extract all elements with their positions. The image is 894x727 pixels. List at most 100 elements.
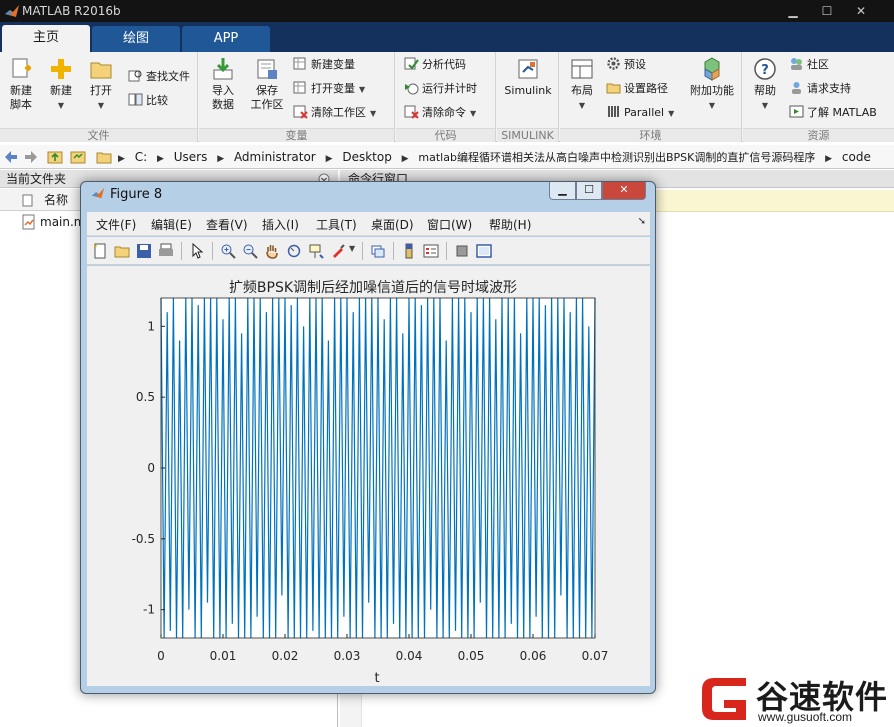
breadcrumb-item[interactable]: Administrator <box>234 150 316 164</box>
breadcrumb-item[interactable]: C: <box>135 150 147 164</box>
colorbar-icon[interactable] <box>401 243 417 259</box>
rotate-3d-icon[interactable] <box>286 243 302 259</box>
menu-help[interactable]: 帮助(H) <box>489 216 531 233</box>
print-icon[interactable] <box>158 243 174 259</box>
pan-hand-icon[interactable] <box>264 243 280 259</box>
hide-plot-tools-icon[interactable] <box>454 243 470 259</box>
community-button[interactable]: 社区 <box>789 56 829 76</box>
legend-icon[interactable] <box>423 243 439 259</box>
chevron-right-icon: ▶ <box>325 154 333 164</box>
menu-desktop[interactable]: 桌面(D) <box>371 216 414 233</box>
zoom-in-icon[interactable] <box>220 243 236 259</box>
open-file-icon[interactable] <box>114 243 130 259</box>
breadcrumb-item[interactable]: code <box>842 150 871 164</box>
breadcrumb-item[interactable]: Users <box>174 150 208 164</box>
browse-folder-icon[interactable] <box>70 149 86 165</box>
figure-titlebar: Figure 8 <box>91 186 162 202</box>
find-files-icon <box>128 70 142 82</box>
watermark-url: www.gusuoft.com <box>758 710 853 724</box>
help-button[interactable]: ? 帮助 ▼ <box>747 56 783 113</box>
breadcrumb-item[interactable]: Desktop <box>342 150 392 164</box>
menu-tools[interactable]: 工具(T) <box>316 216 357 233</box>
chevron-down-icon[interactable]: ▼ <box>349 244 355 253</box>
maximize-app-button[interactable]: ☐ <box>814 2 840 20</box>
add-ons-button[interactable]: 附加功能 ▼ <box>688 56 736 113</box>
maximize-figure-button[interactable]: ☐ <box>576 182 602 200</box>
save-workspace-button[interactable]: 保存 工作区 <box>247 56 287 112</box>
zoom-out-icon[interactable] <box>242 243 258 259</box>
brush-icon[interactable] <box>330 243 346 259</box>
learn-matlab-button[interactable]: 了解 MATLAB <box>789 104 877 124</box>
minimize-app-button[interactable]: ▁ <box>780 2 806 20</box>
figure-canvas[interactable]: 扩频BPSK调制后经加噪信道后的信号时域波形 0 0.01 0.02 0.03 0.04… <box>87 266 650 686</box>
tab-plots[interactable]: 绘图 <box>92 26 180 52</box>
list-item[interactable]: main.m <box>22 214 86 230</box>
new-figure-icon[interactable] <box>92 243 108 259</box>
community-icon <box>791 58 802 70</box>
menu-edit[interactable]: 编辑(E) <box>151 216 192 233</box>
close-figure-button[interactable]: ✕ <box>602 182 646 200</box>
menu-window[interactable]: 窗口(W) <box>427 216 472 233</box>
clear-workspace-button[interactable]: 清除工作区 ▼ <box>293 104 376 124</box>
menu-file[interactable]: 文件(F) <box>96 216 136 233</box>
figure-window: Figure 8 ▁ ☐ ✕ 文件(F) 编辑(E) 查看(V) 插入(I) 工… <box>80 181 656 694</box>
chevron-down-icon: ▼ <box>578 101 586 110</box>
figure-toolbar: ▼ <box>87 237 650 265</box>
set-path-button[interactable]: 设置路径 <box>606 80 668 100</box>
simulink-button[interactable]: Simulink <box>501 56 555 98</box>
group-title-resources: 资源 <box>743 128 894 142</box>
save-icon[interactable] <box>136 243 152 259</box>
layout-button[interactable]: 布局 ▼ <box>564 56 600 113</box>
analyze-code-button[interactable]: 分析代码 <box>404 56 466 76</box>
ribbon: 新建 脚本 新建 ▼ 打开 ▼ 查找文件 比较 文件 导入 数据 保存 工作区 <box>0 52 894 142</box>
menu-insert[interactable]: 插入(I) <box>262 216 299 233</box>
run-and-time-button[interactable]: 运行并计时 <box>404 80 477 100</box>
open-button[interactable]: 打开 ▼ <box>84 56 118 113</box>
find-files-button[interactable]: 查找文件 <box>128 68 190 88</box>
address-bar: ▶ C: ▶ Users ▶ Administrator ▶ Desktop ▶… <box>0 145 894 169</box>
set-path-icon <box>606 83 621 94</box>
chevron-down-icon: ▼ <box>668 109 675 118</box>
folder-icon <box>90 62 112 79</box>
open-variable-button[interactable]: 打开变量 ▼ <box>293 80 365 100</box>
data-cursor-icon[interactable] <box>308 243 324 259</box>
learn-icon <box>789 105 804 118</box>
pointer-icon[interactable] <box>189 243 205 259</box>
forward-arrow-icon[interactable] <box>23 149 39 165</box>
chevron-right-icon: ▶ <box>825 154 833 164</box>
chevron-right-icon: ▶ <box>157 154 164 164</box>
preferences-button[interactable]: 预设 <box>606 56 646 76</box>
new-button[interactable]: 新建 ▼ <box>44 56 78 113</box>
breadcrumb-item[interactable]: matlab编程循环谱相关法从高白噪声中检测识别出BPSK调制的直扩信号源码程序 <box>418 151 815 164</box>
compare-button[interactable]: 比较 <box>128 92 168 112</box>
x-tick-label: 0.02 <box>272 649 299 663</box>
link-plot-icon[interactable] <box>370 243 386 259</box>
run-and-time-icon <box>405 83 419 95</box>
menu-overflow-arrow-icon[interactable]: ➘ <box>638 216 646 227</box>
ribbon-group-file: 新建 脚本 新建 ▼ 打开 ▼ 查找文件 比较 文件 <box>0 52 198 142</box>
compare-icon <box>128 93 143 106</box>
import-data-button[interactable]: 导入 数据 <box>205 56 241 112</box>
tab-apps[interactable]: APP <box>182 26 270 52</box>
toolbar-separator <box>362 242 363 260</box>
tab-home[interactable]: 主页 <box>2 25 90 52</box>
clear-commands-button[interactable]: 清除命令 ▼ <box>404 104 476 124</box>
show-plot-tools-icon[interactable] <box>476 243 492 259</box>
ribbon-group-environment: 布局 ▼ 预设 设置路径 Parallel ▼ 附加功能 ▼ 环境 <box>560 52 742 142</box>
waveform-plot[interactable]: 扩频BPSK调制后经加噪信道后的信号时域波形 0 0.01 0.02 0.03 0.04… <box>87 266 650 686</box>
request-support-button[interactable]: 请求支持 <box>789 80 851 100</box>
close-app-button[interactable]: ✕ <box>848 2 874 20</box>
parallel-button[interactable]: Parallel ▼ <box>606 104 674 124</box>
new-variable-button[interactable]: 新建变量 <box>293 56 355 76</box>
x-axis-label: t <box>374 671 379 686</box>
y-tick-label: 1 <box>147 319 155 333</box>
minimize-figure-button[interactable]: ▁ <box>549 182 576 200</box>
toolbar-separator <box>181 242 182 260</box>
svg-text:?: ? <box>761 63 769 78</box>
up-folder-icon[interactable] <box>47 149 63 165</box>
new-script-button[interactable]: 新建 脚本 <box>4 56 38 112</box>
menu-view[interactable]: 查看(V) <box>206 216 248 233</box>
back-arrow-icon[interactable] <box>3 149 19 165</box>
group-title-simulink: SIMULINK <box>497 128 558 142</box>
ribbon-group-resources: ? 帮助 ▼ 社区 请求支持 了解 MATLAB 资源 <box>743 52 894 142</box>
